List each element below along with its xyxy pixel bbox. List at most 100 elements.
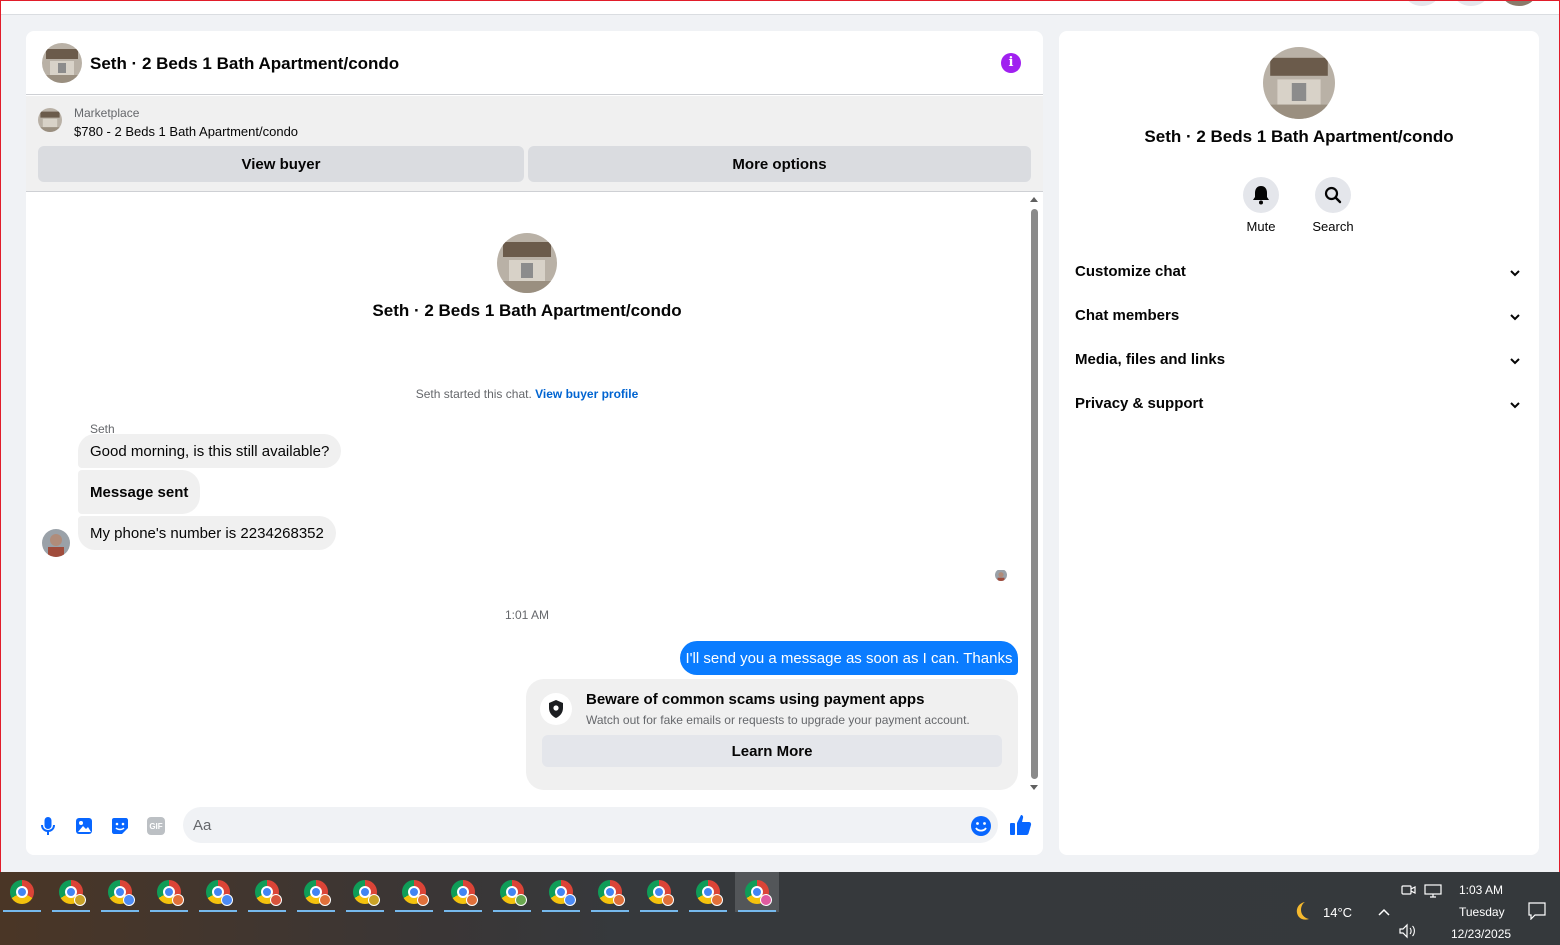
photo-icon[interactable] [73,815,95,837]
taskbar-chrome-window[interactable] [637,872,681,912]
notification-icon[interactable] [1528,902,1546,921]
chevron-down-icon [1510,358,1520,365]
view-buyer-button[interactable]: View buyer [38,146,524,182]
outgoing-message[interactable]: I'll send you a message as soon as I can… [680,641,1018,675]
camera-icon[interactable] [1401,883,1417,897]
bell-icon [1243,177,1279,213]
weather-moon-icon[interactable] [1291,900,1313,922]
profile-badge-icon [564,894,576,906]
taskbar-chrome-window[interactable] [686,872,730,912]
thumbs-up-icon[interactable] [1009,813,1033,837]
thread-title: Seth · 2 Beds 1 Bath Apartment/condo [372,301,682,320]
scroll-thumb[interactable] [1031,209,1038,779]
taskbar-chrome-window[interactable] [735,872,779,912]
listing-avatar[interactable] [42,43,82,83]
top-button-icon[interactable] [1455,0,1487,6]
started-text: Seth started this chat. [415,387,532,401]
running-indicator [52,910,90,912]
mute-button[interactable]: Mute [1231,177,1291,234]
incoming-message[interactable]: Good morning, is this still available? [78,434,342,468]
running-indicator [297,910,335,912]
taskbar-chrome-window[interactable] [441,872,485,912]
taskbar-chrome-window[interactable] [343,872,387,912]
running-indicator [640,910,678,912]
chat-info-panel: Seth · 2 Beds 1 Bath Apartment/condo Mut… [1059,31,1539,855]
browser-top-strip [0,0,1560,15]
clock-day[interactable]: Tuesday [1459,905,1505,919]
network-icon[interactable] [1424,883,1442,899]
emoji-icon[interactable] [970,815,992,837]
taskbar-chrome-window[interactable] [49,872,93,912]
profile-badge-icon [368,894,380,906]
media-files-links-section[interactable]: Media, files and links [1059,339,1539,383]
gif-label: GIF [147,817,165,835]
privacy-support-section[interactable]: Privacy & support [1059,383,1539,427]
listing-title[interactable]: $780 - 2 Beds 1 Bath Apartment/condo [74,124,298,139]
profile-avatar[interactable] [1503,0,1535,6]
thread-scrollbar[interactable] [1028,197,1040,795]
customize-chat-section[interactable]: Customize chat [1059,251,1539,295]
section-label: Privacy & support [1075,395,1204,412]
taskbar-chrome-window[interactable] [294,872,338,912]
chevron-up-icon[interactable] [1377,904,1391,916]
taskbar-chrome-window[interactable] [0,872,44,912]
taskbar-chrome-window[interactable] [392,872,436,912]
view-buyer-profile-link[interactable]: View buyer profile [535,387,638,401]
running-indicator [150,910,188,912]
seen-indicator-avatar [995,569,1007,581]
microphone-icon[interactable] [37,815,59,837]
chat-members-section[interactable]: Chat members [1059,295,1539,339]
sender-avatar[interactable] [42,529,70,557]
taskbar-chrome-window[interactable] [245,872,289,912]
info-icon[interactable]: i [1001,53,1021,73]
thread-avatar[interactable] [497,233,557,293]
scam-warning-card: Beware of common scams using payment app… [526,679,1018,790]
gif-icon[interactable]: GIF [145,815,167,837]
top-button-icon[interactable] [1406,0,1438,6]
running-indicator [346,910,384,912]
search-button[interactable]: Search [1303,177,1363,234]
taskbar-chrome-window[interactable] [98,872,142,912]
clock-time[interactable]: 1:03 AM [1459,883,1503,897]
message-timestamp: 1:01 AM [504,608,550,622]
profile-badge-icon [466,894,478,906]
scroll-down-arrow[interactable] [1030,785,1038,790]
incoming-message[interactable]: My phone's number is 2234268352 [78,516,336,550]
message-composer: GIF [26,797,1043,855]
clock-date[interactable]: 12/23/2025 [1451,927,1511,941]
running-indicator [248,910,286,912]
search-icon [1315,177,1351,213]
message-input[interactable] [183,807,998,843]
running-indicator [689,910,727,912]
section-label: Media, files and links [1075,351,1226,368]
scroll-up-arrow[interactable] [1030,197,1038,202]
mute-label: Mute [1246,219,1276,234]
sticker-icon[interactable] [109,815,131,837]
listing-thumbnail[interactable] [38,108,62,132]
running-indicator [738,910,776,912]
taskbar-chrome-window[interactable] [196,872,240,912]
profile-badge-icon [172,894,184,906]
profile-badge-icon [417,894,429,906]
running-indicator [199,910,237,912]
weather-temp[interactable]: 14°C [1323,905,1352,920]
info-panel-avatar[interactable] [1263,47,1335,119]
profile-badge-icon [123,894,135,906]
volume-icon[interactable] [1398,923,1418,939]
search-label: Search [1312,219,1354,234]
section-label: Chat members [1075,307,1180,324]
taskbar-chrome-window[interactable] [147,872,191,912]
learn-more-button[interactable]: Learn More [542,735,1002,767]
profile-badge-icon [711,894,723,906]
incoming-message[interactable]: Message sent [78,470,201,514]
chevron-down-icon [1510,402,1520,409]
profile-badge-icon [662,894,674,906]
taskbar-chrome-window[interactable] [539,872,583,912]
section-label: Customize chat [1075,263,1186,280]
chat-header: Seth · 2 Beds 1 Bath Apartment/condo i [26,31,1043,95]
taskbar-chrome-window[interactable] [490,872,534,912]
message-thread: Seth · 2 Beds 1 Bath Apartment/condo Set… [26,193,1043,797]
more-options-button[interactable]: More options [528,146,1031,182]
chat-title[interactable]: Seth · 2 Beds 1 Bath Apartment/condo [90,54,399,74]
taskbar-chrome-window[interactable] [588,872,632,912]
